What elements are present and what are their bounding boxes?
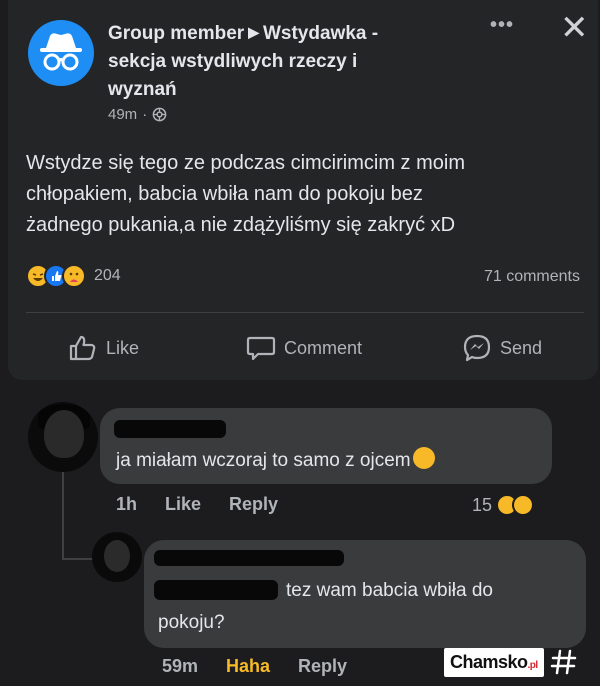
reaction-count[interactable]: 204 [94,267,121,285]
comment-time[interactable]: 1h [116,494,137,515]
comment-bubble-icon [246,336,276,361]
watermark-brand-text: Chamsko [450,651,528,672]
reply-bubble: tez wam babcia wbiła do pokoju? [144,540,586,648]
post-reactions[interactable]: 204 [26,264,121,288]
reply-haha-button[interactable]: Haha [226,656,270,677]
reply-actions: 59m Haha Reply [162,656,375,677]
reply-reply-button[interactable]: Reply [298,656,347,677]
group-name-line2[interactable]: sekcja wstydliwych rzeczy i [108,48,468,76]
reply-thread-line [62,470,64,560]
comment-actions: 1h Like Reply [116,494,306,515]
group-name-line3[interactable]: wyznań [108,76,468,104]
post-meta: 49m · [108,106,468,123]
reply-time[interactable]: 59m [162,656,198,677]
sad-reaction-icon [512,494,535,516]
avatar-head-shape [44,410,84,458]
post-header: Group member ▶ Wstydawka - sekcja wstydliw… [108,18,468,123]
comment-like-button[interactable]: Like [165,494,201,515]
like-label: Like [106,337,140,358]
watermark-brand: Chamsko.pl [444,647,544,677]
comment-label: Comment [284,337,363,358]
post-author-line: Group member ▶ Wstydawka - [108,18,468,48]
care-reaction-icon [62,264,86,288]
comment-text-content: ja miałam wczoraj to samo z ojcem [116,450,411,471]
comment-text: ja miałam wczoraj to samo z ojcem [116,446,435,476]
commenter-avatar[interactable] [28,402,98,472]
arrow-right-icon: ▶ [248,24,259,40]
messenger-icon [463,334,491,362]
more-horizontal-icon[interactable]: ••• [490,14,514,37]
watermark: Chamsko.pl [444,645,578,679]
comment-bubble: ja miałam wczoraj to samo z ojcem [100,408,552,484]
action-divider [26,312,584,313]
send-button[interactable]: Send [462,328,542,368]
comment-button[interactable]: Comment [246,328,362,368]
incognito-icon [40,33,82,71]
comment-reply-button[interactable]: Reply [229,494,278,515]
care-emoji-icon [412,447,435,469]
avatar-head-shape [104,540,130,572]
reply-text-line1: tez wam babcia wbiła do [286,580,493,601]
meta-separator: · [142,106,148,123]
post-text-line3: żadnego pukania,a nie zdążyliśmy się zak… [26,214,456,236]
redacted-reply-name [154,550,344,566]
comment-reactions[interactable]: 15 [472,494,535,516]
post-time[interactable]: 49m [108,106,137,123]
anonymous-member-avatar[interactable] [28,20,94,86]
like-button[interactable]: Like [68,328,139,368]
redacted-commenter-name [114,420,226,438]
group-name-line1[interactable]: Wstydawka - [263,23,378,44]
post-text-line1: Wstydze się tego ze podczas cimcirimcim … [26,152,465,174]
redacted-mention [154,580,278,600]
post-body: Wstydze się tego ze podczas cimcirimcim … [26,148,586,241]
post-action-bar: Like Comment Send [8,328,598,368]
comment-reaction-count: 15 [472,494,493,515]
reply-commenter-avatar[interactable] [92,532,142,582]
reply-text-line2: pokoju? [158,612,225,633]
hash-icon [550,649,576,675]
post-card: Group member ▶ Wstydawka - sekcja wstydliw… [8,0,598,380]
author-name[interactable]: Group member [108,23,244,44]
thumbs-up-icon [69,335,96,361]
watermark-tld: .pl [527,659,539,671]
comments-count[interactable]: 71 comments [484,268,580,286]
post-text-line2: chłopakiem, babcia wbiła nam do pokoju b… [26,183,423,205]
send-label: Send [500,337,543,358]
globe-icon [152,107,167,122]
close-icon[interactable]: ✕ [560,8,589,48]
